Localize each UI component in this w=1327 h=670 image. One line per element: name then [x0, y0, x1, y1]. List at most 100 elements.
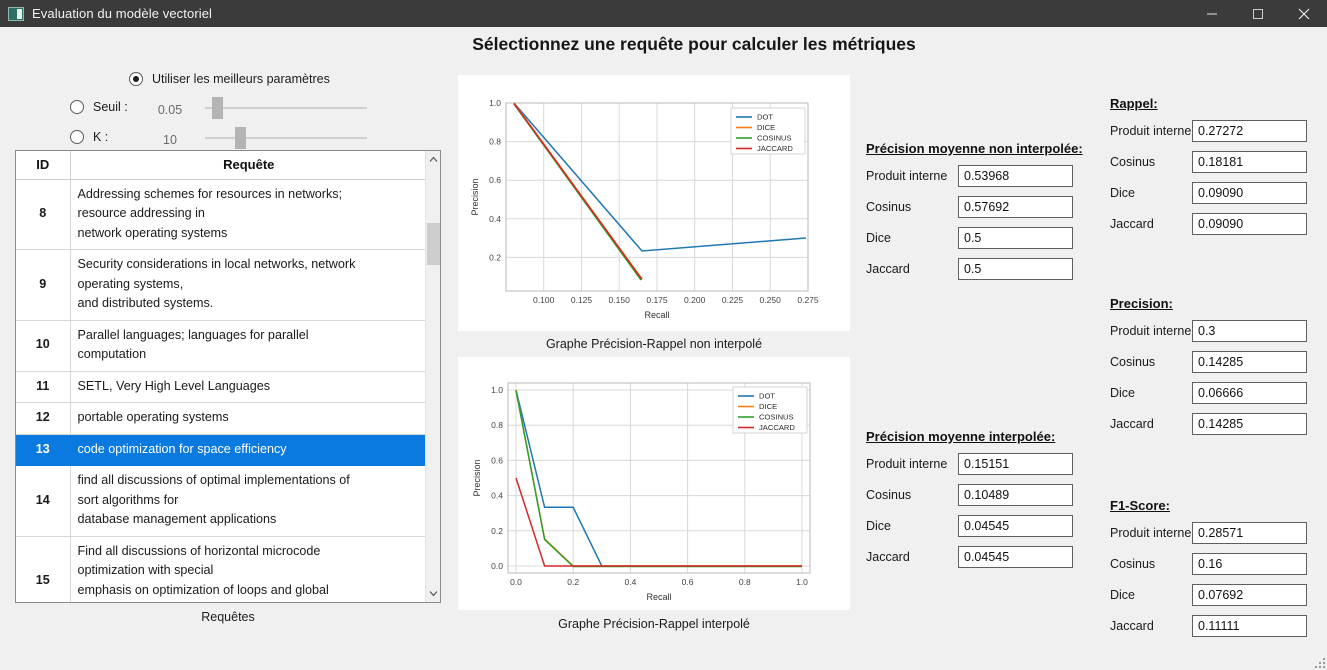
table-row[interactable]: 9 Security considerations in local netwo… — [16, 249, 427, 321]
chart-1-xlabel: Recall — [644, 310, 669, 320]
metric-label: Cosinus — [1110, 355, 1156, 369]
metric-row: Cosinus 0.10489 — [866, 484, 1086, 506]
table-scrollbar[interactable] — [425, 151, 440, 602]
parameters-panel: Utiliser les meilleurs paramètres Seuil … — [0, 64, 440, 150]
metrics-title: F1-Score: — [1110, 498, 1170, 513]
metric-value-dice[interactable]: 0.07692 — [1192, 584, 1307, 606]
application-window: Evaluation du modèle vectoriel Sélection… — [0, 0, 1327, 670]
threshold-slider-thumb[interactable] — [212, 97, 223, 119]
metric-value-cosinus[interactable]: 0.57692 — [958, 196, 1073, 218]
metric-value-produit-interne[interactable]: 0.28571 — [1192, 522, 1307, 544]
svg-text:0.150: 0.150 — [609, 295, 631, 305]
svg-text:1.0: 1.0 — [489, 98, 501, 108]
row-id: 12 — [16, 402, 71, 435]
metric-value-produit-interne[interactable]: 0.3 — [1192, 320, 1307, 342]
table-row[interactable]: 8 Addressing schemes for resources in ne… — [16, 179, 427, 251]
table-row[interactable]: 15 Find all discussions of horizontal mi… — [16, 536, 427, 602]
radio-k[interactable]: K : — [70, 130, 108, 144]
metric-value-dice[interactable]: 0.09090 — [1192, 182, 1307, 204]
svg-text:0.200: 0.200 — [684, 295, 706, 305]
k-value: 10 — [163, 133, 177, 147]
metrics-title: Précision moyenne interpolée: — [866, 429, 1056, 444]
metric-label: Dice — [1110, 588, 1136, 602]
threshold-label: Seuil : — [93, 100, 128, 114]
metric-row: Jaccard 0.04545 — [866, 546, 1086, 568]
radio-threshold[interactable]: Seuil : — [70, 100, 128, 114]
column-header-query[interactable]: Requête — [70, 151, 427, 180]
radio-k-indicator[interactable] — [70, 130, 84, 144]
metric-label: Jaccard — [866, 550, 910, 564]
k-slider-track — [205, 137, 367, 139]
metrics-rappel: Rappel: Produit interne 0.27272 Cosinus … — [1110, 96, 1320, 235]
metric-value-cosinus[interactable]: 0.18181 — [1192, 151, 1307, 173]
metrics-avg-precision-non-interpolated: Précision moyenne non interpolée: Produi… — [866, 141, 1086, 280]
metric-value-jaccard[interactable]: 0.14285 — [1192, 413, 1307, 435]
table-scrollbar-thumb[interactable] — [427, 223, 440, 265]
maximize-icon[interactable] — [1235, 0, 1281, 27]
svg-text:0.250: 0.250 — [760, 295, 782, 305]
radio-best-params-label: Utiliser les meilleurs paramètres — [152, 72, 330, 86]
metric-value-dice[interactable]: 0.5 — [958, 227, 1073, 249]
metric-value-jaccard[interactable]: 0.5 — [958, 258, 1073, 280]
metric-value-jaccard[interactable]: 0.09090 — [1192, 213, 1307, 235]
table-row-selected[interactable]: 13 code optimization for space efficienc… — [16, 434, 427, 467]
row-id: 14 — [16, 465, 71, 537]
metric-value-jaccard[interactable]: 0.04545 — [958, 546, 1073, 568]
k-label: K : — [93, 130, 109, 144]
svg-text:0.8: 0.8 — [489, 137, 501, 147]
svg-text:0.8: 0.8 — [739, 577, 751, 587]
table-row[interactable]: 11 SETL, Very High Level Languages — [16, 371, 427, 404]
metric-value-dice[interactable]: 0.06666 — [1192, 382, 1307, 404]
radio-threshold-indicator[interactable] — [70, 100, 84, 114]
row-query: Parallel languages; languages for parall… — [70, 320, 427, 372]
svg-text:0.2: 0.2 — [491, 526, 503, 536]
metric-value-jaccard[interactable]: 0.11111 — [1192, 615, 1307, 637]
svg-text:0.225: 0.225 — [722, 295, 744, 305]
metric-value-cosinus[interactable]: 0.10489 — [958, 484, 1073, 506]
radio-best-params-indicator[interactable] — [129, 72, 143, 86]
k-slider[interactable] — [205, 127, 367, 149]
metric-value-dice[interactable]: 0.04545 — [958, 515, 1073, 537]
metric-label: Produit interne — [1110, 324, 1192, 338]
metric-row: Dice 0.5 — [866, 227, 1086, 249]
threshold-slider-track — [205, 107, 367, 109]
svg-text:0.4: 0.4 — [491, 491, 503, 501]
svg-text:0.4: 0.4 — [489, 214, 501, 224]
metric-label: Cosinus — [1110, 557, 1156, 571]
title-bar: Evaluation du modèle vectoriel — [0, 0, 1327, 27]
table-row[interactable]: 14 find all discussions of optimal imple… — [16, 465, 427, 537]
row-query: Find all discussions of horizontal micro… — [70, 536, 427, 602]
metric-row: Dice 0.09090 — [1110, 182, 1320, 204]
close-icon[interactable] — [1281, 0, 1327, 27]
k-slider-thumb[interactable] — [235, 127, 246, 149]
svg-text:1.0: 1.0 — [491, 385, 503, 395]
column-header-id[interactable]: ID — [16, 151, 71, 180]
svg-text:0.8: 0.8 — [491, 420, 503, 430]
threshold-slider[interactable] — [205, 97, 367, 119]
svg-text:DICE: DICE — [757, 123, 775, 132]
metric-label: Produit interne — [1110, 124, 1192, 138]
metric-row: Cosinus 0.18181 — [1110, 151, 1320, 173]
chart-1-ylabel: Precision — [470, 178, 480, 215]
radio-best-params[interactable]: Utiliser les meilleurs paramètres — [129, 72, 330, 86]
table-row[interactable]: 12 portable operating systems — [16, 402, 427, 435]
metric-label: Dice — [866, 231, 892, 245]
metric-value-produit-interne[interactable]: 0.27272 — [1192, 120, 1307, 142]
metric-value-cosinus[interactable]: 0.14285 — [1192, 351, 1307, 373]
table-row[interactable]: 10 Parallel languages; languages for par… — [16, 320, 427, 372]
row-query: code optimization for space efficiency — [70, 434, 427, 467]
row-id: 10 — [16, 320, 71, 372]
chart-2-caption: Graphe Précision-Rappel interpolé — [558, 617, 750, 631]
minimize-icon[interactable] — [1189, 0, 1235, 27]
metric-value-produit-interne[interactable]: 0.53968 — [958, 165, 1073, 187]
metric-value-produit-interne[interactable]: 0.15151 — [958, 453, 1073, 475]
scroll-down-icon[interactable] — [426, 585, 440, 602]
resize-grip-icon[interactable] — [1313, 656, 1325, 668]
table-rows: 8 Addressing schemes for resources in ne… — [16, 179, 427, 602]
metric-value-cosinus[interactable]: 0.16 — [1192, 553, 1307, 575]
metric-label: Dice — [1110, 186, 1136, 200]
row-query: portable operating systems — [70, 402, 427, 435]
queries-table[interactable]: ID Requête 8 Addressing schemes for reso… — [15, 150, 441, 603]
metric-row: Dice 0.04545 — [866, 515, 1086, 537]
scroll-up-icon[interactable] — [426, 151, 440, 168]
